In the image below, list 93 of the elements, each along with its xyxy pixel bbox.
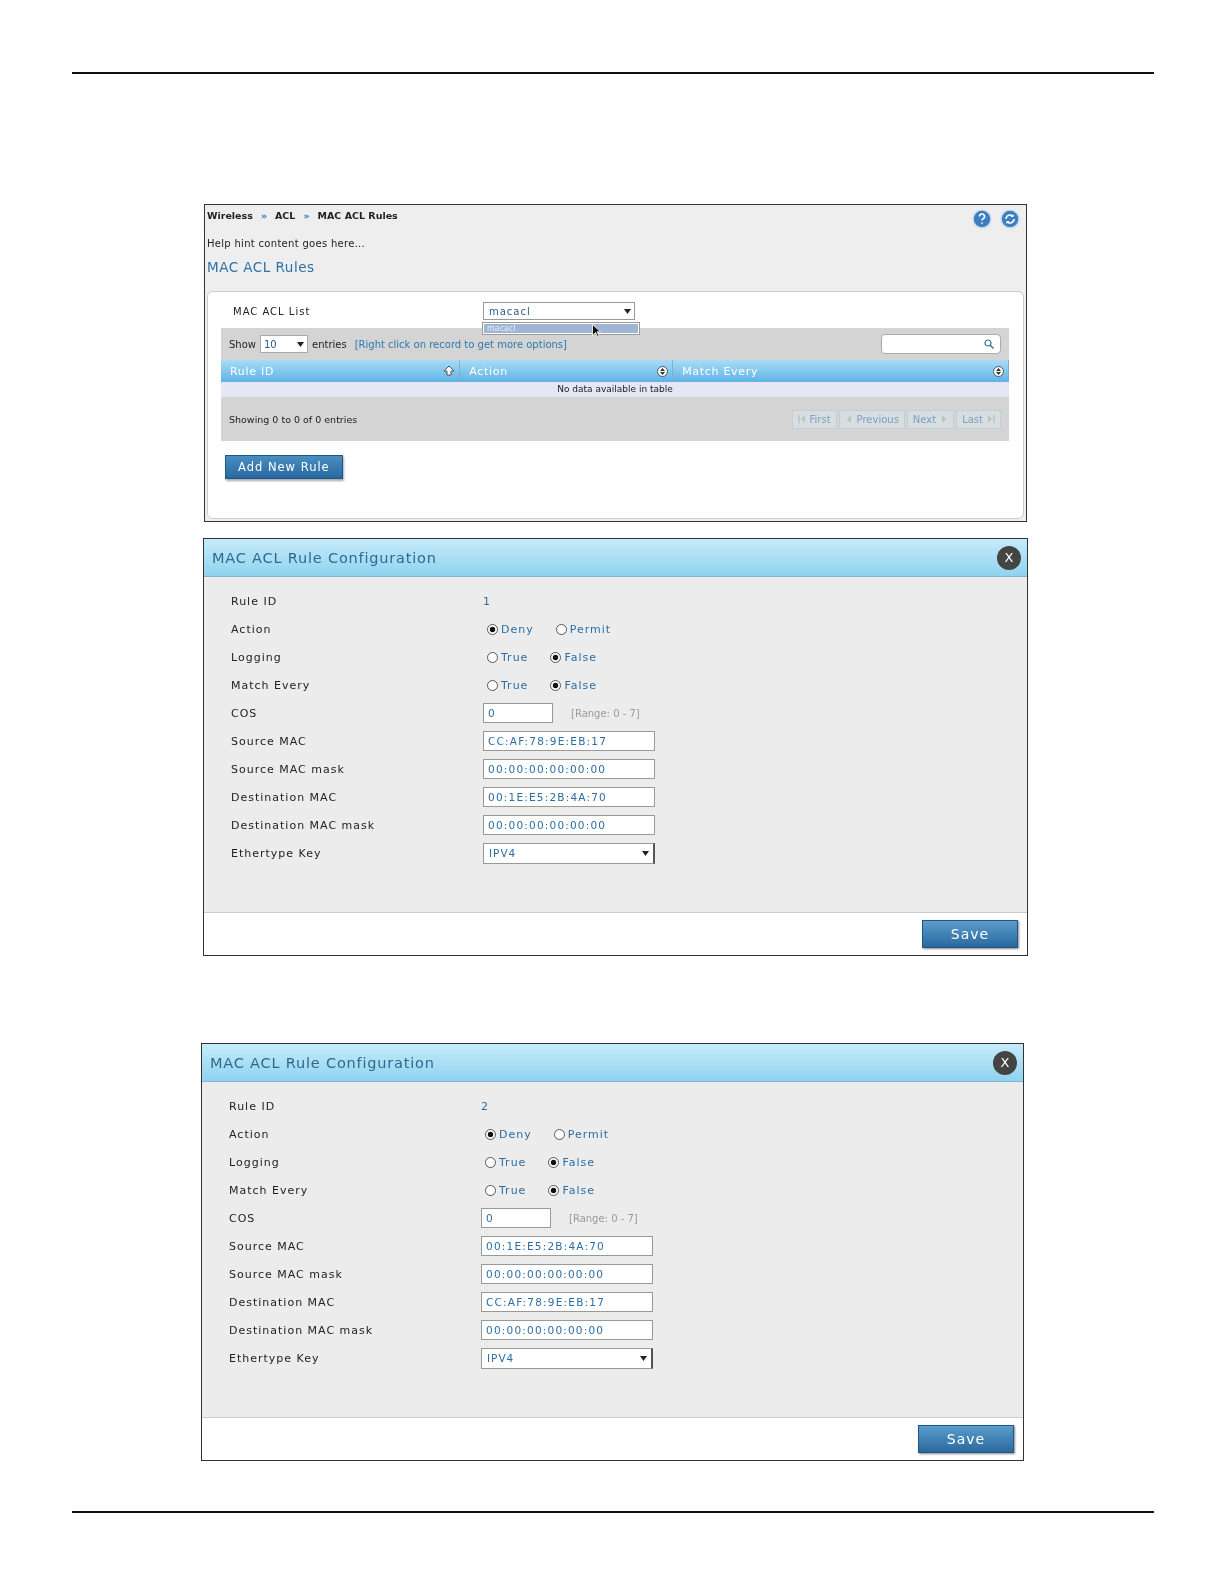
field-label: Rule ID — [229, 1099, 277, 1113]
radio-label[interactable]: True — [501, 650, 529, 664]
help-icon[interactable] — [972, 209, 992, 229]
radio-button[interactable] — [548, 1184, 560, 1196]
close-button[interactable]: X — [997, 545, 1021, 570]
breadcrumb-item[interactable]: ACL — [275, 210, 296, 221]
range-hint: [Range: 0 - 7] — [569, 1212, 638, 1224]
caret-icon — [624, 308, 631, 314]
field-label: Ethertype Key — [231, 846, 323, 860]
dialog-title: MAC ACL Rule Configuration — [210, 1054, 435, 1071]
select-field[interactable]: IPV4 — [481, 1347, 653, 1369]
empty-message: No data available in table — [221, 382, 1009, 397]
radio-label[interactable]: False — [562, 1183, 595, 1197]
entries-label: entries — [312, 338, 347, 350]
radio-button[interactable] — [550, 679, 562, 691]
field-label: Source MAC — [229, 1239, 306, 1253]
select-field[interactable]: IPV4 — [483, 842, 655, 864]
field-label: Source MAC mask — [229, 1267, 344, 1281]
breadcrumb-separator: » — [303, 210, 310, 221]
caret-icon — [297, 341, 304, 347]
breadcrumb-separator: » — [260, 210, 267, 221]
breadcrumb-item[interactable]: Wireless — [207, 210, 253, 221]
field-label: Action — [231, 622, 273, 636]
radio-button[interactable] — [555, 623, 567, 635]
add-rule-button[interactable]: Add New Rule — [225, 455, 343, 479]
field-label: MAC ACL List — [233, 305, 312, 317]
help-text: Help hint content goes here... — [207, 238, 367, 249]
field-label: Match Every — [231, 678, 312, 692]
radio-label[interactable]: False — [564, 650, 597, 664]
table-info: Showing 0 to 0 of 0 entries — [229, 413, 358, 425]
field-label: COS — [229, 1211, 257, 1225]
arrow-icon — [987, 414, 995, 424]
radio-label[interactable]: True — [499, 1155, 527, 1169]
close-button[interactable]: X — [993, 1050, 1017, 1075]
arrow-icon — [940, 414, 949, 424]
radio-label[interactable]: False — [562, 1155, 595, 1169]
search-field[interactable] — [881, 334, 1001, 354]
radio-label[interactable]: Deny — [499, 1127, 532, 1141]
radio-label[interactable]: Deny — [501, 622, 534, 636]
input-field[interactable]: CC:AF:78:9E:EB:17 — [483, 731, 655, 751]
caret-icon — [640, 1355, 647, 1361]
field-label: Rule ID — [231, 594, 279, 608]
dialog-title: MAC ACL Rule Configuration — [212, 549, 437, 566]
input-field[interactable]: 0 — [483, 703, 553, 723]
field-label: Logging — [231, 650, 283, 664]
field-label: Destination MAC — [231, 790, 339, 804]
caret-icon — [642, 850, 649, 856]
table-hint: [Right click on record to get more options] — [354, 338, 567, 350]
radio-button[interactable] — [485, 1156, 496, 1168]
range-hint: [Range: 0 - 7] — [571, 707, 640, 719]
input-field[interactable]: 0 — [481, 1208, 551, 1228]
radio-button[interactable] — [487, 679, 498, 691]
radio-label[interactable]: True — [499, 1183, 527, 1197]
page-length-select[interactable]: 10 — [260, 335, 308, 353]
radio-button[interactable] — [548, 1156, 560, 1168]
field-label: Destination MAC — [229, 1295, 337, 1309]
field-label: Action — [229, 1127, 271, 1141]
radio-label[interactable]: Permit — [569, 622, 612, 636]
save-button[interactable]: Save — [918, 1425, 1014, 1453]
save-button[interactable]: Save — [922, 920, 1018, 948]
select-field[interactable]: macacl — [483, 302, 635, 320]
rule-id-value: 2 — [481, 1099, 489, 1113]
input-field[interactable]: 00:00:00:00:00:00 — [481, 1264, 653, 1284]
radio-button[interactable] — [550, 651, 562, 663]
input-field[interactable]: 00:00:00:00:00:00 — [483, 759, 655, 779]
field-label: Destination MAC mask — [229, 1323, 375, 1337]
input-field[interactable]: 00:1E:E5:2B:4A:70 — [481, 1236, 653, 1256]
field-label: Match Every — [229, 1183, 310, 1197]
radio-button[interactable] — [487, 651, 498, 663]
radio-button[interactable] — [485, 1128, 496, 1140]
field-label: Destination MAC mask — [231, 818, 377, 832]
arrow-icon — [797, 414, 806, 424]
input-field[interactable]: 00:00:00:00:00:00 — [483, 815, 655, 835]
radio-label[interactable]: False — [564, 678, 597, 692]
refresh-icon[interactable] — [1000, 209, 1020, 229]
rule-id-value: 1 — [483, 594, 491, 608]
radio-button[interactable] — [487, 623, 498, 635]
field-label: Logging — [229, 1155, 281, 1169]
field-label: COS — [231, 706, 259, 720]
input-field[interactable]: 00:1E:E5:2B:4A:70 — [483, 787, 655, 807]
radio-button[interactable] — [553, 1128, 565, 1140]
radio-button[interactable] — [485, 1184, 496, 1196]
field-label: Source MAC mask — [231, 762, 346, 776]
field-label: Source MAC — [231, 734, 308, 748]
input-field[interactable]: 00:00:00:00:00:00 — [481, 1320, 653, 1340]
input-field[interactable]: CC:AF:78:9E:EB:17 — [481, 1292, 653, 1312]
page-heading: MAC ACL Rules — [207, 259, 316, 275]
show-label: Show — [229, 338, 256, 350]
radio-label[interactable]: Permit — [567, 1127, 610, 1141]
radio-label[interactable]: True — [501, 678, 529, 692]
field-label: Ethertype Key — [229, 1351, 321, 1365]
search-icon — [984, 339, 994, 349]
breadcrumb-item[interactable]: MAC ACL Rules — [317, 210, 398, 221]
